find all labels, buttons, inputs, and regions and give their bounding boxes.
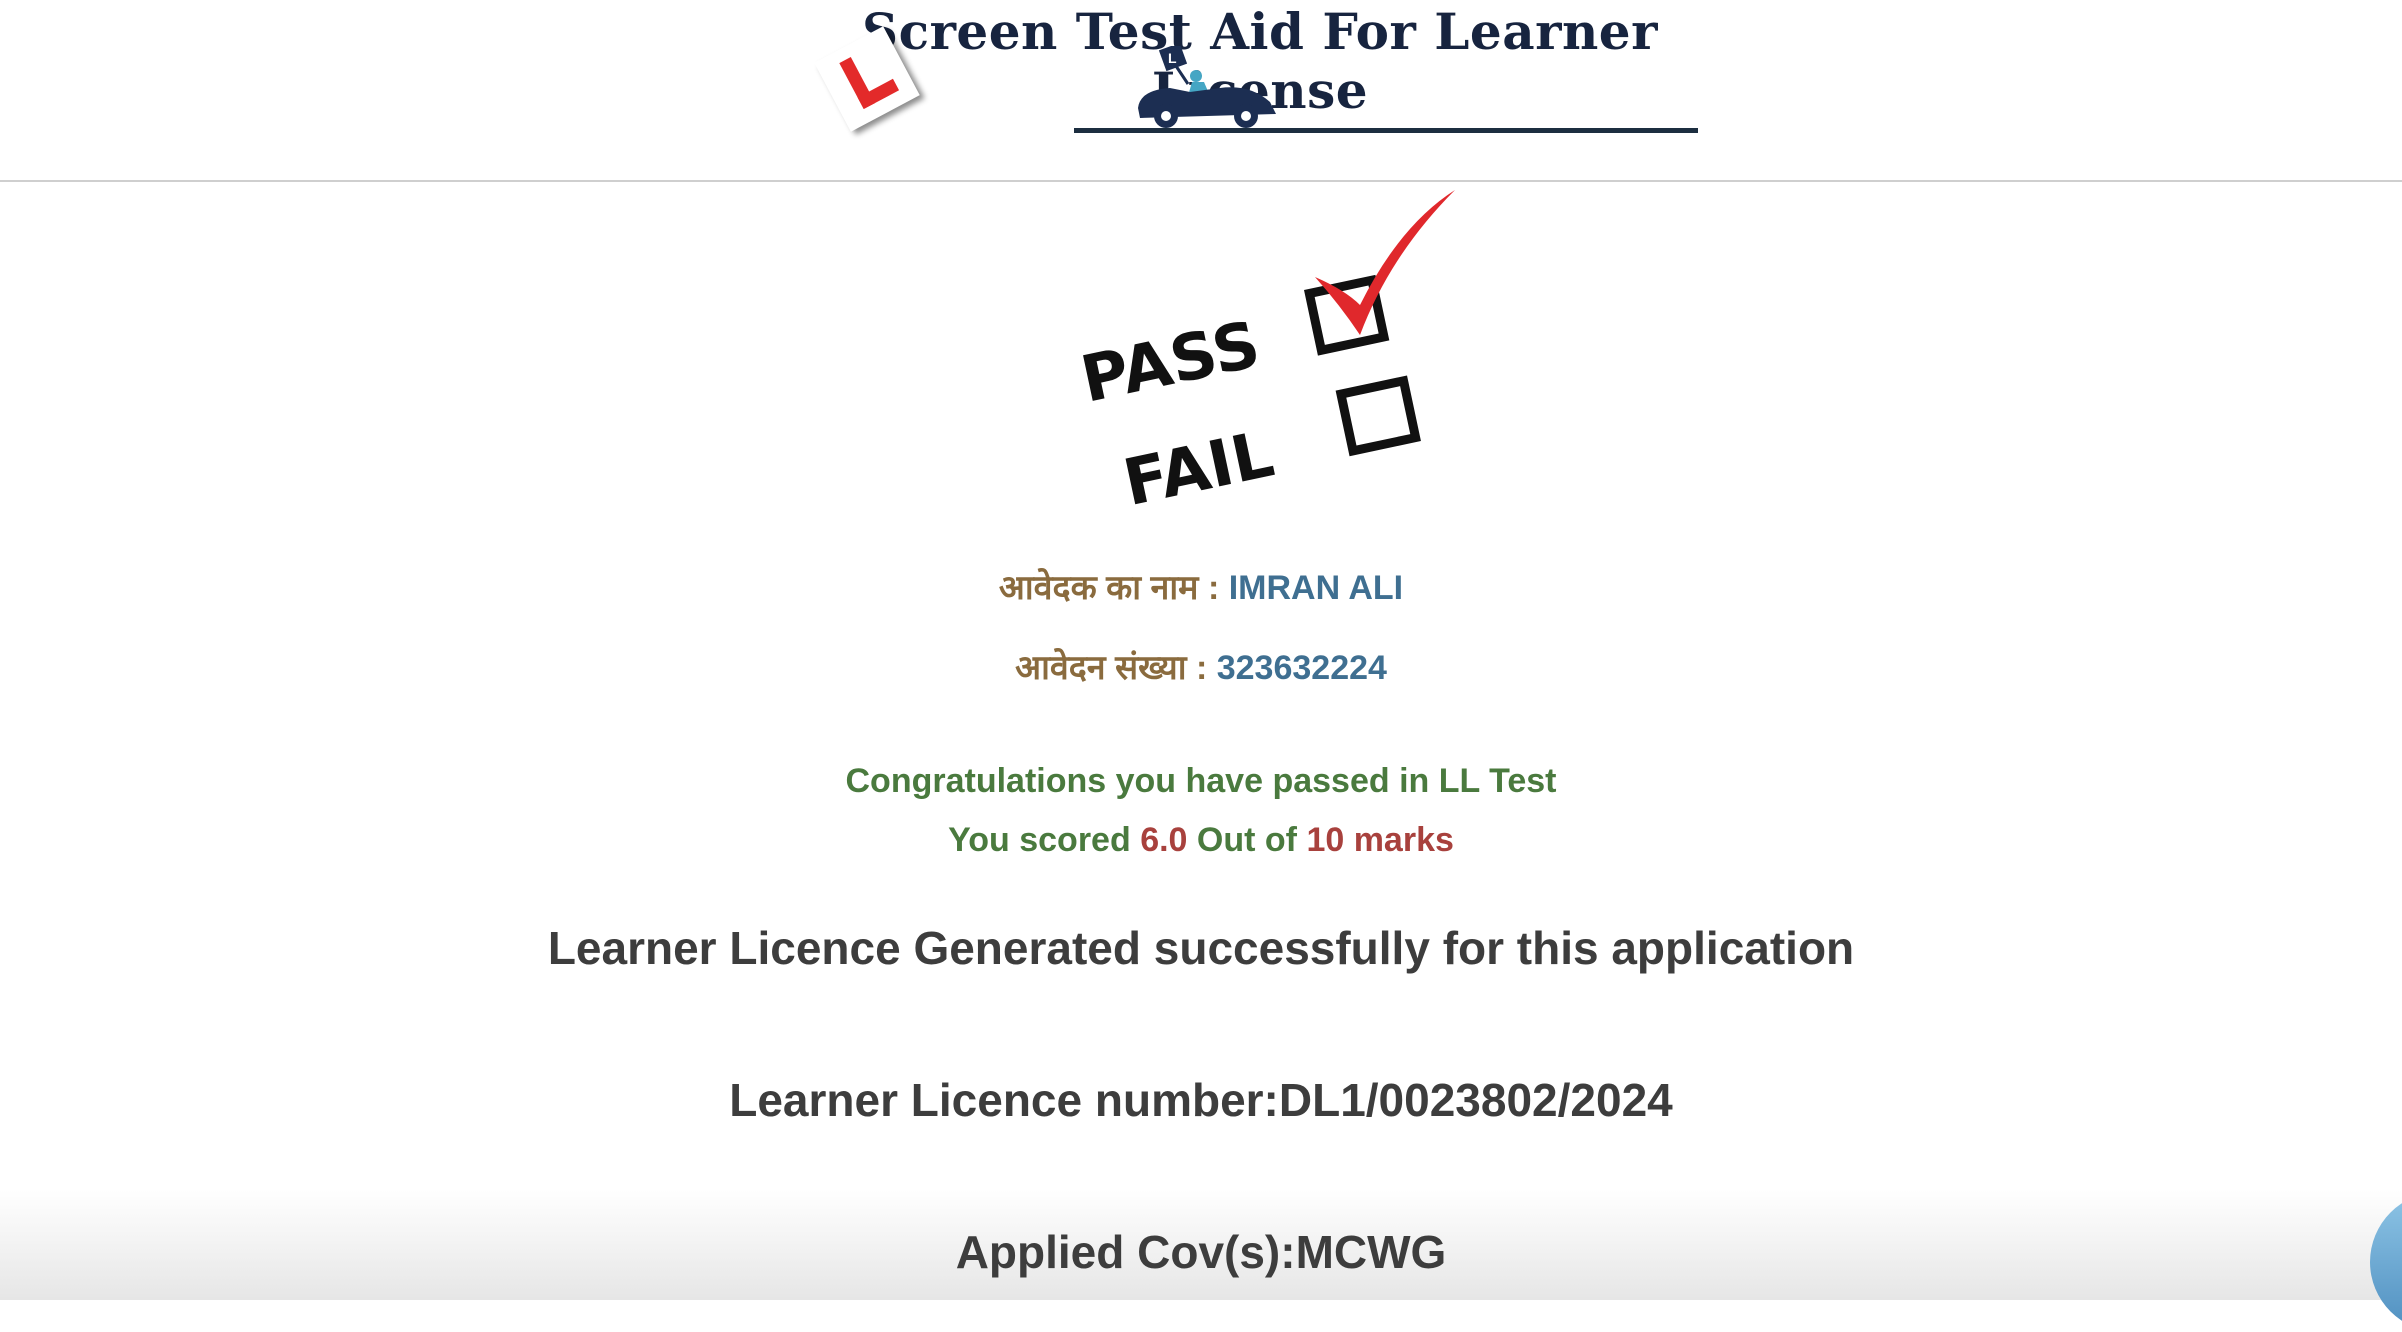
fail-checkbox-icon [1335, 375, 1421, 457]
score-value: 6.0 [1140, 821, 1188, 859]
applied-cov: Applied Cov(s):MCWG [955, 1226, 1447, 1278]
application-number-row: आवेदन संख्या : 323632224 [0, 643, 2402, 689]
site-header: Screen Test Aid For Learner License L [0, 0, 2402, 182]
pass-fail-image: PASS FAIL [1075, 190, 1455, 515]
congrats-message: Congratulations you have passed in LL Te… [845, 762, 1557, 800]
applicant-name-value: IMRAN ALI [1228, 569, 1404, 607]
application-number-value: 323632224 [1216, 649, 1387, 687]
score-mid: Out of [1196, 821, 1297, 859]
applicant-name-row: आवेदक का नाम : IMRAN ALI [0, 563, 2402, 609]
applicant-name-label: आवेदक का नाम : [998, 569, 1220, 607]
score-total: 10 marks [1306, 821, 1454, 859]
score-prefix: You scored [948, 821, 1131, 859]
licence-number: Learner Licence number:DL1/0023802/2024 [729, 1074, 1673, 1126]
application-number-label: आवेदन संख्या : [1015, 649, 1208, 687]
svg-text:L: L [1168, 50, 1177, 66]
score-row: You scored 6.0 Out of 10 marks [0, 821, 2402, 860]
learner-car-icon: L [1138, 46, 1276, 128]
licence-generated-message: Learner Licence Generated successfully f… [547, 922, 1855, 974]
pass-text: PASS [1075, 308, 1266, 418]
red-checkmark-icon [1315, 190, 1455, 335]
fail-text: FAIL [1117, 418, 1280, 515]
